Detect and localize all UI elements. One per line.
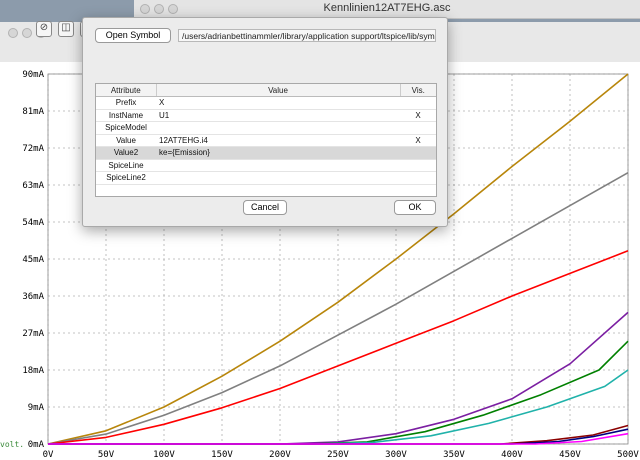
- cell-vis[interactable]: X: [400, 134, 436, 147]
- ok-button[interactable]: OK: [394, 200, 436, 215]
- series-line-4: [48, 340, 629, 445]
- y-tick-label: 0mA: [28, 440, 45, 450]
- table-row[interactable]: SpiceLine: [96, 159, 436, 172]
- x-tick-label: 500V: [617, 450, 639, 460]
- y-tick-label: 27mA: [22, 329, 44, 339]
- y-tick-label: 18mA: [22, 366, 44, 376]
- y-tick-label: 36mA: [22, 292, 44, 302]
- cell-value[interactable]: U1: [156, 109, 400, 122]
- side-label: volt.: [0, 440, 25, 449]
- cell-value[interactable]: X: [156, 96, 400, 110]
- table-row[interactable]: Value 12AT7EHG.i4 X: [96, 134, 436, 147]
- cell-vis[interactable]: X: [400, 109, 436, 122]
- x-tick-label: 0V: [43, 450, 54, 460]
- x-tick-label: 450V: [559, 450, 581, 460]
- x-tick-label: 350V: [443, 450, 465, 460]
- x-tick-label: 300V: [385, 450, 407, 460]
- x-tick-label: 150V: [211, 450, 233, 460]
- open-symbol-button[interactable]: Open Symbol: [95, 28, 171, 43]
- table-row[interactable]: SpiceLine2: [96, 171, 436, 185]
- attribute-table: Attribute Value Vis. Prefix X InstName U1 X S…: [95, 83, 437, 197]
- cell-value[interactable]: 12AT7EHG.i4: [156, 134, 400, 147]
- cell-value[interactable]: ke={Emission}: [156, 146, 400, 160]
- y-tick-label: 81mA: [22, 107, 44, 117]
- cell-attribute[interactable]: SpiceLine: [96, 159, 156, 172]
- x-tick-label: 400V: [501, 450, 523, 460]
- cell-attribute[interactable]: InstName: [96, 109, 156, 122]
- cell-vis[interactable]: [400, 171, 436, 185]
- table-row[interactable]: InstName U1 X: [96, 109, 436, 122]
- close-window-icon[interactable]: [8, 28, 18, 38]
- cell-vis[interactable]: [400, 146, 436, 160]
- cell-vis[interactable]: [400, 159, 436, 172]
- symbol-path-field[interactable]: /users/adrianbettinammler/library/applic…: [178, 29, 436, 42]
- y-tick-label: 90mA: [22, 70, 44, 80]
- cancel-button[interactable]: Cancel: [243, 200, 287, 215]
- chart-icon[interactable]: ◫: [58, 21, 74, 37]
- cell-value[interactable]: [156, 159, 400, 172]
- y-tick-label: 63mA: [22, 181, 44, 191]
- y-tick-label: 9mA: [28, 403, 45, 413]
- zoom-icon[interactable]: ⊘: [36, 21, 52, 37]
- y-tick-label: 72mA: [22, 144, 44, 154]
- column-header-value[interactable]: Value: [156, 84, 401, 97]
- minimize-window-icon[interactable]: [22, 28, 32, 38]
- cell-attribute[interactable]: SpiceLine2: [96, 171, 156, 185]
- cell-attribute[interactable]: Value2: [96, 146, 156, 160]
- y-tick-label: 54mA: [22, 218, 44, 228]
- cell-attribute[interactable]: SpiceModel: [96, 121, 156, 135]
- schematic-window-title: Kennlinien12AT7EHG.asc: [323, 2, 451, 14]
- component-attribute-editor: Open Symbol /users/adrianbettinammler/li…: [82, 17, 448, 227]
- x-tick-label: 200V: [269, 450, 291, 460]
- cell-value[interactable]: [156, 121, 400, 135]
- cell-attribute[interactable]: Prefix: [96, 96, 156, 110]
- table-row[interactable]: Value2 ke={Emission}: [96, 146, 436, 160]
- x-tick-label: 100V: [153, 450, 175, 460]
- column-header-vis[interactable]: Vis.: [400, 84, 436, 97]
- cell-vis[interactable]: [400, 121, 436, 135]
- column-header-attribute[interactable]: Attribute: [96, 84, 157, 97]
- cell-value[interactable]: [156, 171, 400, 185]
- table-row[interactable]: SpiceModel: [96, 121, 436, 135]
- cell-vis[interactable]: [400, 96, 436, 110]
- y-tick-label: 45mA: [22, 255, 44, 265]
- x-tick-label: 50V: [98, 450, 115, 460]
- table-row[interactable]: Prefix X: [96, 96, 436, 110]
- cell-attribute[interactable]: Value: [96, 134, 156, 147]
- x-tick-label: 250V: [327, 450, 349, 460]
